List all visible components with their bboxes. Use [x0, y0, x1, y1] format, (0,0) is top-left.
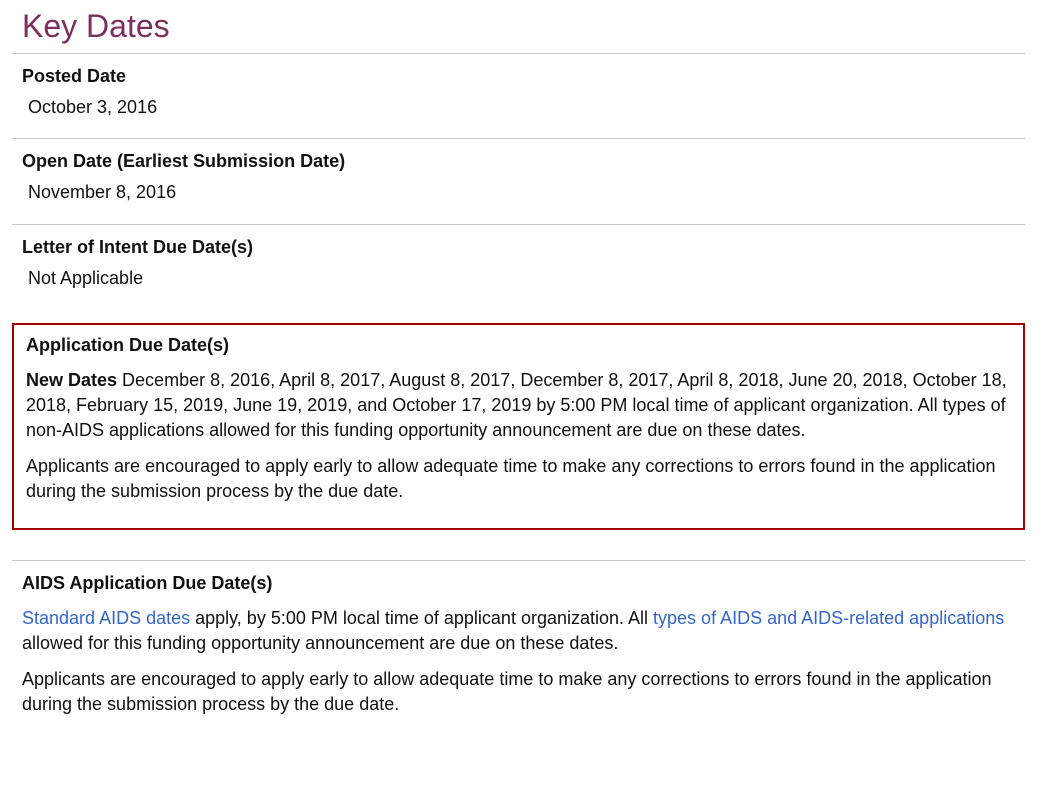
open-date-section: Open Date (Earliest Submission Date) Nov…: [12, 139, 1025, 223]
loi-value: Not Applicable: [28, 266, 1015, 291]
aids-due-date-section: AIDS Application Due Date(s) Standard AI…: [12, 561, 1025, 735]
loi-label: Letter of Intent Due Date(s): [22, 235, 1015, 260]
posted-date-label: Posted Date: [22, 64, 1015, 89]
application-due-date-label: Application Due Date(s): [26, 333, 1011, 358]
application-due-date-box: Application Due Date(s) New Dates Decemb…: [12, 323, 1025, 530]
standard-aids-dates-link[interactable]: Standard AIDS dates: [22, 608, 190, 628]
posted-date-value: October 3, 2016: [28, 95, 1015, 120]
posted-date-section: Posted Date October 3, 2016: [12, 54, 1025, 138]
aids-due-date-mid2: allowed for this funding opportunity ann…: [22, 633, 618, 653]
application-due-date-new-dates: New Dates December 8, 2016, April 8, 201…: [26, 368, 1011, 444]
new-dates-prefix: New Dates: [26, 370, 117, 390]
page-title: Key Dates: [12, 0, 1025, 49]
aids-due-date-text: Standard AIDS dates apply, by 5:00 PM lo…: [22, 606, 1015, 656]
new-dates-text: December 8, 2016, April 8, 2017, August …: [26, 370, 1007, 440]
aids-due-date-label: AIDS Application Due Date(s): [22, 571, 1015, 596]
key-dates-page: Key Dates Posted Date October 3, 2016 Op…: [0, 0, 1037, 765]
aids-types-link[interactable]: types of AIDS and AIDS-related applicati…: [653, 608, 1004, 628]
open-date-label: Open Date (Earliest Submission Date): [22, 149, 1015, 174]
loi-section: Letter of Intent Due Date(s) Not Applica…: [12, 225, 1025, 309]
aids-due-date-mid1: apply, by 5:00 PM local time of applican…: [190, 608, 653, 628]
application-due-date-early-apply-note: Applicants are encouraged to apply early…: [26, 454, 1011, 504]
aids-due-date-early-apply-note: Applicants are encouraged to apply early…: [22, 667, 1015, 717]
open-date-value: November 8, 2016: [28, 180, 1015, 205]
